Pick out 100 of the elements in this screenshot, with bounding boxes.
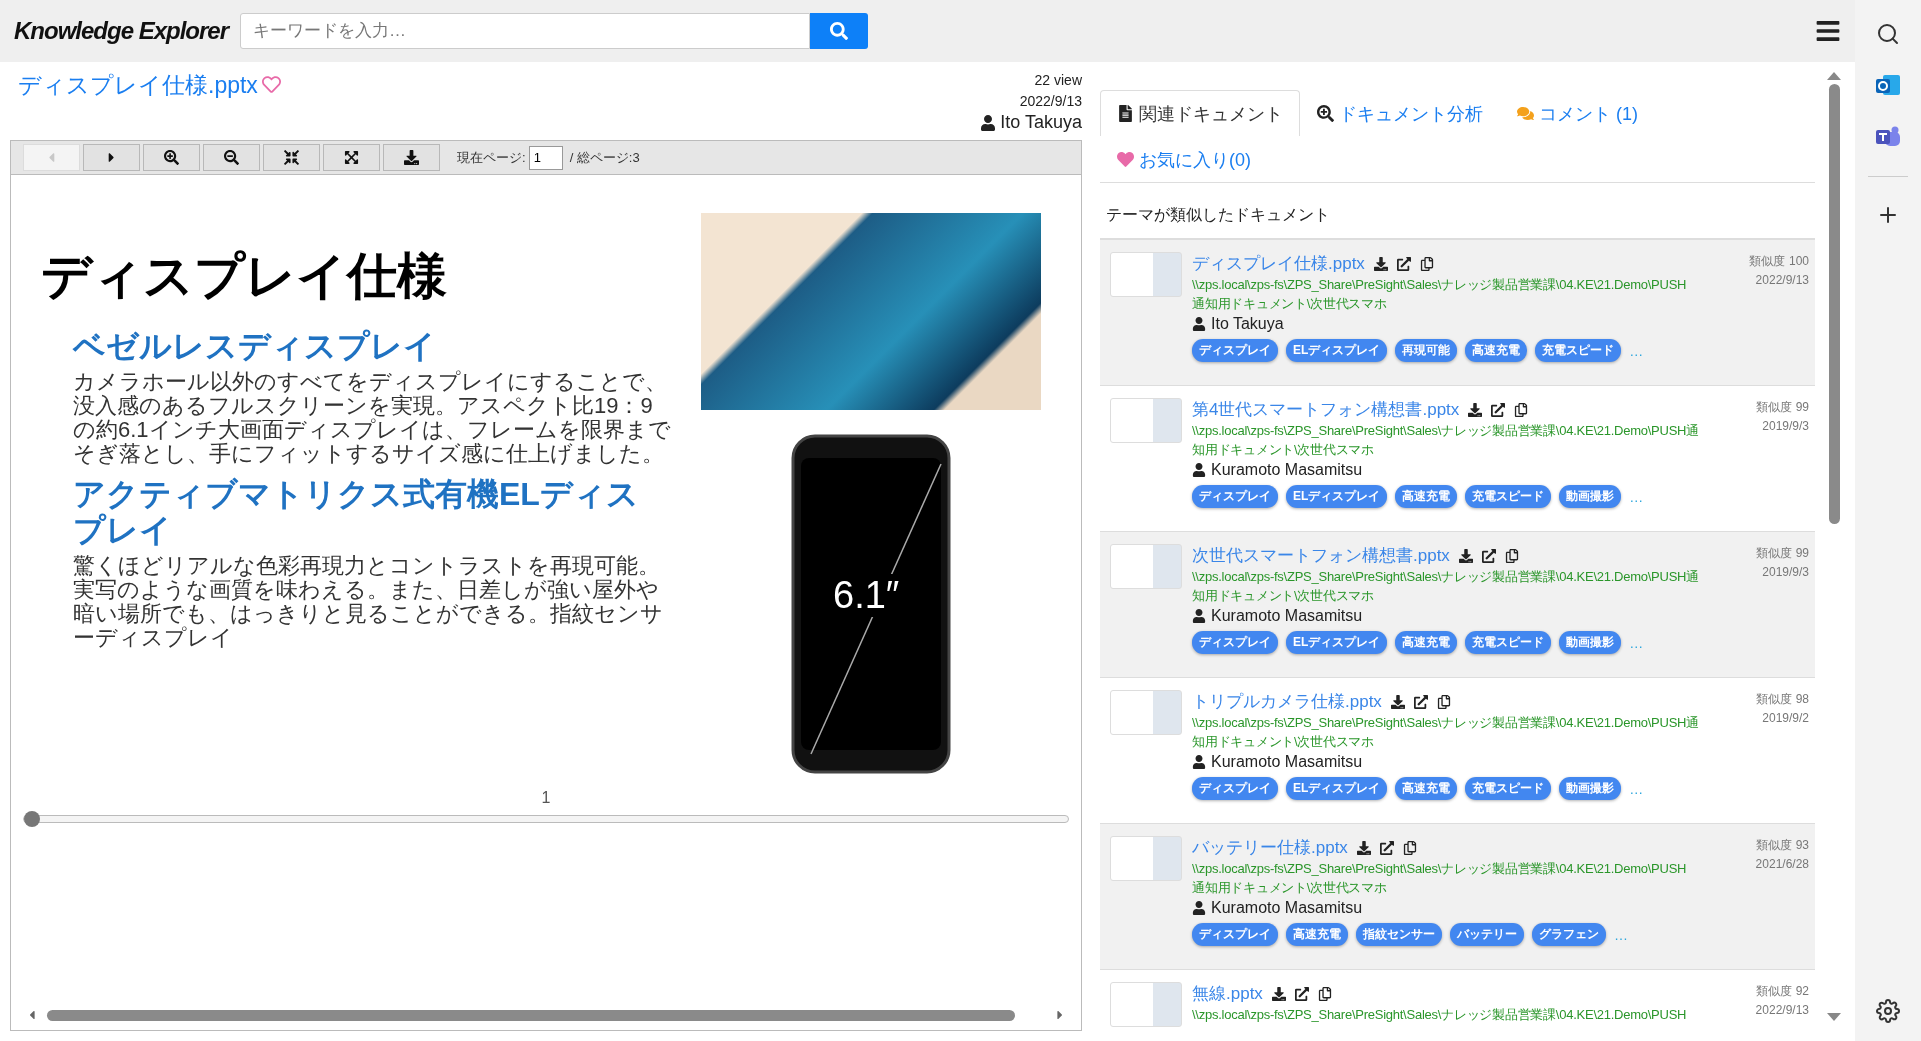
file-path: 知用ドキュメント\次世代スマホ (1192, 587, 1375, 605)
download-button[interactable] (383, 144, 440, 171)
external-link-icon[interactable] (1379, 840, 1394, 855)
thumbnail (1110, 836, 1182, 881)
fullscreen-button[interactable] (323, 144, 380, 171)
zoom-in-button[interactable] (143, 144, 200, 171)
keyword-tag[interactable]: 指紋センサー (1356, 923, 1442, 946)
similarity-score: 92 (1795, 983, 1809, 1000)
user-icon (1192, 755, 1206, 769)
keyword-tag[interactable]: ELディスプレイ (1286, 485, 1388, 508)
search-button[interactable] (1876, 22, 1900, 46)
keyword-tag[interactable]: 動画撮影 (1559, 485, 1622, 508)
document-link[interactable]: バッテリー仕様.pptx (1192, 836, 1348, 859)
speech-bubbles-icon (1517, 105, 1534, 122)
more-tags[interactable]: … (1629, 488, 1644, 505)
download-icon[interactable] (1390, 694, 1405, 709)
file-path: \\zps.local\zps-fs\ZPS_Share\PreSight\Sales\ナレッジ製品営業課\04.KE\21.Demo\PUSH (1192, 1006, 1688, 1024)
similarity-label: 類似度 (1755, 983, 1792, 1000)
keyword-tag[interactable]: 動画撮影 (1559, 631, 1622, 654)
fullscreen-icon (344, 150, 359, 165)
document-date: 2019/9/2 (1762, 710, 1809, 727)
file-path: 知用ドキュメント\次世代スマホ (1192, 441, 1375, 459)
external-link-icon[interactable] (1491, 402, 1506, 417)
keyword-tag[interactable]: 高速充電 (1286, 923, 1348, 946)
page-number: 1 (540, 789, 552, 807)
external-link-icon[interactable] (1396, 256, 1411, 271)
search-field[interactable]: キーワードを入力… (240, 13, 811, 49)
keyword-tag[interactable]: ELディスプレイ (1286, 631, 1388, 654)
scrollbar-thumb[interactable] (1828, 84, 1840, 524)
document-link[interactable]: 次世代スマートフォン構想書.pptx (1192, 544, 1450, 567)
keyword-tag[interactable]: ディスプレイ (1192, 631, 1278, 654)
file-path: 通知用ドキュメント\次世代スマホ (1192, 295, 1388, 313)
copy-icon[interactable] (1514, 402, 1529, 417)
mail-app-icon[interactable] (1875, 72, 1901, 98)
external-link-icon[interactable] (1413, 694, 1428, 709)
document-card[interactable]: ディスプレイ仕様.pptx \\zps.local\zps-fs\ZPS_Share\PreSight\Sales\ナレッジ製品営業課\04.KE\21.Demo\PUSH 通知用ドキュメント\次世代スマホ Ito Takuya ディスプレイ ELディスプレイ 再現可能 高速充電 充電スピード … 類似度 100 2022/9/13 (1100, 240, 1815, 386)
scrollbar-thumb[interactable] (47, 1009, 1015, 1021)
download-icon[interactable] (1458, 548, 1473, 563)
heart-icon (1117, 151, 1134, 168)
copy-icon[interactable] (1419, 256, 1434, 271)
keyword-tag[interactable]: 再現可能 (1395, 339, 1458, 362)
document-card[interactable]: 次世代スマートフォン構想書.pptx \\zps.local\zps-fs\ZPS_Share\PreSight\Sales\ナレッジ製品営業課\04.KE\21.Demo\PUSH通 知用ドキュメント\次世代スマホ Kuramoto Masamitsu ディスプレイ ELディスプレイ 高速充電 充電スピード 動画撮影 … 類似度 99 2019/9/3 (1100, 532, 1815, 678)
slider-thumb[interactable] (24, 811, 40, 827)
keyword-tag[interactable]: ELディスプレイ (1286, 777, 1388, 800)
document-title[interactable]: ディスプレイ仕様.pptx (18, 70, 281, 134)
settings-button[interactable] (1876, 999, 1900, 1023)
keyword-tag[interactable]: ディスプレイ (1192, 485, 1278, 508)
user-icon (1192, 609, 1206, 623)
document-link[interactable]: 無線.pptx (1192, 982, 1263, 1005)
more-tags[interactable]: … (1614, 926, 1628, 943)
keyword-tag[interactable]: 高速充電 (1395, 485, 1458, 508)
download-icon[interactable] (1373, 256, 1388, 271)
user-icon (1192, 317, 1206, 331)
slide-heading: ベゼルレスディスプレイ (73, 328, 437, 364)
download-icon[interactable] (1356, 840, 1371, 855)
keyword-tag[interactable]: 充電スピード (1465, 485, 1552, 508)
scroll-up-icon[interactable] (1827, 72, 1841, 80)
download-icon[interactable] (1271, 986, 1286, 1001)
keyword-tag[interactable]: 動画撮影 (1559, 777, 1622, 800)
slide-title: ディスプレイ仕様 (41, 247, 448, 306)
copy-icon[interactable] (1317, 986, 1332, 1001)
document-link[interactable]: ディスプレイ仕様.pptx (1192, 252, 1365, 275)
keyword-tag[interactable]: 高速充電 (1395, 777, 1458, 800)
keyword-tag[interactable]: ディスプレイ (1192, 339, 1278, 362)
heart-icon[interactable] (261, 75, 281, 94)
keyword-tag[interactable]: 高速充電 (1395, 631, 1458, 654)
similarity-score: 99 (1795, 545, 1809, 562)
similarity-label: 類似度 (1748, 253, 1785, 270)
keyword-tag[interactable]: 充電スピード (1535, 339, 1622, 362)
zoom-out-button[interactable] (203, 144, 260, 171)
document-link[interactable]: トリプルカメラ仕様.pptx (1192, 690, 1382, 713)
keyword-tag[interactable]: ディスプレイ (1192, 923, 1278, 946)
menu-button[interactable] (1815, 18, 1841, 44)
fit-page-button[interactable] (263, 144, 320, 171)
keyword-tag[interactable]: ELディスプレイ (1286, 339, 1388, 362)
user-icon (1192, 463, 1206, 477)
copy-icon[interactable] (1504, 548, 1519, 563)
magnifier-plus-icon (1317, 105, 1334, 122)
page-field[interactable]: 1 (528, 145, 563, 170)
user-icon (980, 114, 997, 131)
download-icon[interactable] (1468, 402, 1483, 417)
keyword-tag[interactable]: ディスプレイ (1192, 777, 1278, 800)
keyword-tag[interactable]: 高速充電 (1465, 339, 1528, 362)
more-tags[interactable]: … (1629, 634, 1644, 651)
more-tags[interactable]: … (1629, 780, 1644, 797)
keyword-tag[interactable]: 充電スピード (1465, 631, 1552, 654)
copy-icon[interactable] (1402, 840, 1417, 855)
tab[interactable]: 関連ドキュメント (1100, 90, 1300, 136)
external-link-icon[interactable] (1294, 986, 1309, 1001)
copy-icon[interactable] (1436, 694, 1451, 709)
user-icon (1192, 901, 1206, 915)
document-link[interactable]: 第4世代スマートフォン構想書.pptx (1192, 398, 1460, 421)
external-link-icon[interactable] (1481, 548, 1496, 563)
search-icon (830, 22, 849, 40)
keyword-tag[interactable]: グラフェン (1532, 923, 1606, 946)
keyword-tag[interactable]: バッテリー (1450, 923, 1524, 946)
more-tags[interactable]: … (1629, 342, 1644, 359)
document-card[interactable]: バッテリー仕様.pptx \\zps.local\zps-fs\ZPS_Share\PreSight\Sales\ナレッジ製品営業課\04.KE\21.Demo\PUSH 通知用ドキュメント\次世代スマホ Kuramoto Masamitsu ディスプレイ 高速充電 指紋センサー バッテリー グラフェン … 類似度 93 2021/6/28 (1100, 824, 1815, 970)
scroll-down-icon[interactable] (1827, 1013, 1841, 1021)
keyword-tag[interactable]: 充電スピード (1465, 777, 1552, 800)
